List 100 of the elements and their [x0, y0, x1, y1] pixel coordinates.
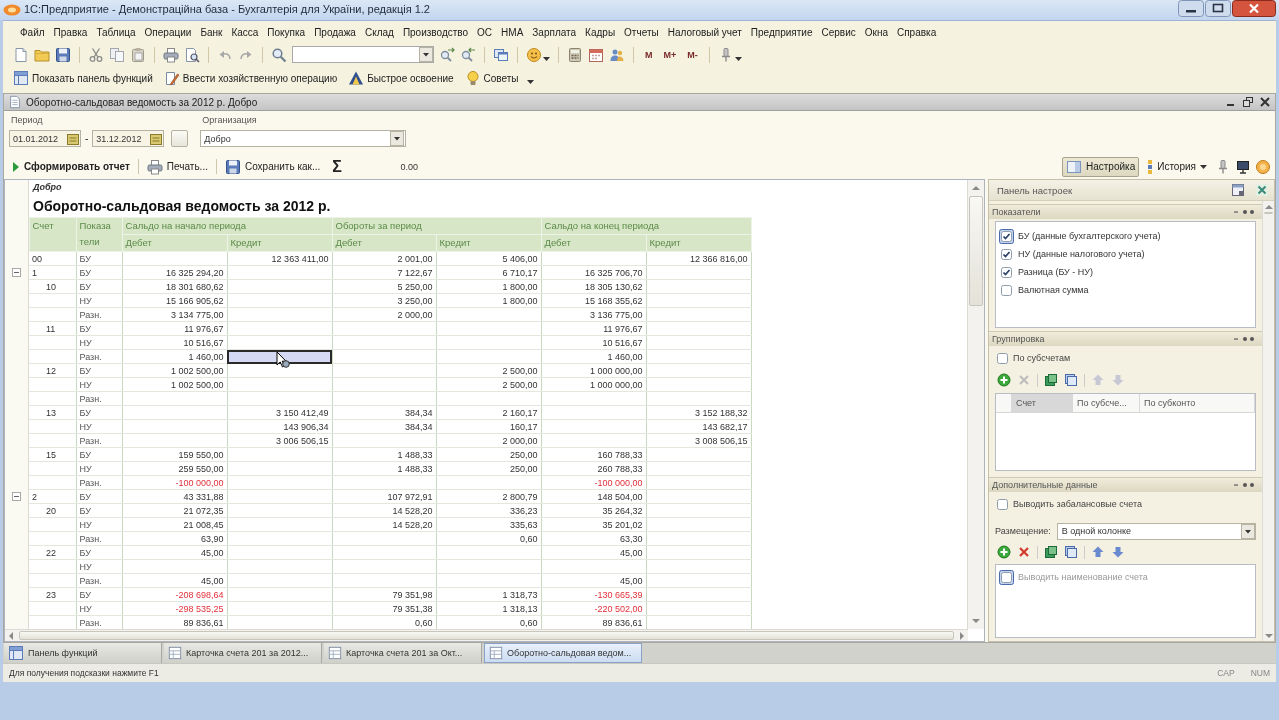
- table-cell: 1 800,00: [436, 293, 541, 308]
- calendar-icon[interactable]: [150, 132, 163, 145]
- page-magnifier-icon[interactable]: [184, 46, 200, 63]
- toolbar-button[interactable]: Показать панель функций: [10, 68, 156, 88]
- toolbar-button[interactable]: Ввести хозяйственную операцию: [160, 68, 341, 88]
- checkbox[interactable]: [999, 569, 1014, 585]
- menu-item[interactable]: Справка: [893, 24, 941, 40]
- dash-dots-icon[interactable]: [1234, 482, 1256, 488]
- minimize-icon[interactable]: [1178, 0, 1204, 17]
- menu-item[interactable]: Кадры: [581, 24, 620, 40]
- menu-item[interactable]: Налоговый учет: [663, 24, 746, 40]
- memory-button[interactable]: M+: [660, 48, 680, 61]
- table-cell: 250,00: [436, 461, 541, 476]
- placement-field[interactable]: В одной колонке: [1056, 522, 1256, 540]
- delete-icon[interactable]: [1017, 545, 1031, 559]
- checkbox[interactable]: [1001, 284, 1012, 296]
- checkbox[interactable]: [1001, 248, 1012, 260]
- sum-button[interactable]: Σ: [328, 156, 346, 177]
- menu-item[interactable]: Таблица: [92, 24, 140, 40]
- blank-page-icon[interactable]: [13, 46, 29, 63]
- table-cell: 1 002 500,00: [122, 363, 227, 378]
- menu-item[interactable]: Правка: [49, 24, 92, 40]
- table-cell: 6 710,17: [436, 265, 541, 280]
- generate-report-button[interactable]: Сформировать отчет: [8, 156, 134, 177]
- search-icon[interactable]: [271, 46, 287, 63]
- menu-item[interactable]: Окна: [860, 24, 892, 40]
- window-icon[interactable]: [1231, 183, 1245, 197]
- save-button[interactable]: Сохранить как...: [220, 156, 325, 177]
- checkbox[interactable]: [997, 498, 1008, 510]
- overlapping-squares-icon[interactable]: [1044, 373, 1058, 387]
- memory-button[interactable]: M: [642, 48, 656, 61]
- table-cell: 79 351,98: [332, 587, 436, 602]
- close-icon[interactable]: [1232, 0, 1276, 17]
- checkbox[interactable]: [1001, 266, 1012, 278]
- collapse-icon[interactable]: [12, 268, 21, 277]
- clipboard-icon[interactable]: [130, 46, 146, 63]
- menu-item[interactable]: Банк: [196, 24, 227, 40]
- pages-icon[interactable]: [1064, 545, 1078, 559]
- menu-item[interactable]: Продажа: [310, 24, 360, 40]
- date-field[interactable]: 01.01.2012: [9, 130, 81, 147]
- calendar-icon[interactable]: [67, 132, 79, 145]
- toolbar-button[interactable]: Советы: [461, 68, 522, 88]
- restore-icon[interactable]: [1243, 97, 1253, 107]
- table-cell: БУ: [76, 405, 122, 420]
- settings-toggle[interactable]: Настройка: [1062, 156, 1140, 177]
- horizontal-scrollbar[interactable]: [5, 629, 968, 641]
- add-icon[interactable]: [997, 545, 1011, 559]
- pages-icon[interactable]: [1064, 373, 1078, 387]
- menu-item[interactable]: Сервис: [817, 24, 860, 40]
- dash-dots-icon[interactable]: [1234, 336, 1256, 342]
- date-field[interactable]: 31.12.2012: [92, 130, 165, 147]
- table-cell: 45,00: [122, 545, 227, 560]
- stacked-windows-icon[interactable]: [493, 46, 509, 63]
- menu-item[interactable]: Предприятие: [746, 24, 817, 40]
- add-icon[interactable]: [997, 373, 1011, 387]
- table-cell: 260 788,33: [541, 461, 646, 476]
- window-tab[interactable]: Панель функций: [4, 643, 162, 663]
- smiley-icon[interactable]: [526, 46, 542, 63]
- menu-item[interactable]: Файл: [16, 24, 49, 40]
- overlapping-squares-icon[interactable]: [1044, 545, 1058, 559]
- dash-dots-icon[interactable]: [1234, 209, 1256, 215]
- collapse-icon[interactable]: [12, 492, 21, 501]
- magnifier-arrow-icon[interactable]: [460, 46, 476, 63]
- search-field[interactable]: [292, 46, 434, 63]
- magnifier-arrow-icon[interactable]: [439, 46, 455, 63]
- calendar-icon[interactable]: [588, 46, 604, 63]
- calculator-icon[interactable]: [567, 46, 583, 63]
- menu-item[interactable]: Зарплата: [528, 24, 581, 40]
- menu-item[interactable]: Касса: [227, 24, 263, 40]
- checkbox-label: По субсчетам: [1013, 353, 1071, 363]
- menu-item[interactable]: ОС: [473, 24, 497, 40]
- vertical-scrollbar[interactable]: [967, 180, 984, 629]
- print-button[interactable]: Печать...: [142, 156, 212, 177]
- scissors-icon[interactable]: [88, 46, 104, 63]
- toolbar-button[interactable]: Быстрое освоение: [345, 68, 457, 88]
- up-arrow-icon[interactable]: [1091, 545, 1105, 559]
- menu-item[interactable]: Производство: [398, 24, 473, 40]
- history-button[interactable]: История: [1143, 156, 1211, 177]
- pages-icon[interactable]: [109, 46, 125, 63]
- maximize-icon[interactable]: [1205, 0, 1231, 17]
- organization-field[interactable]: Добро: [200, 130, 407, 147]
- checkbox[interactable]: [997, 352, 1008, 364]
- caret-icon[interactable]: [734, 56, 742, 61]
- menu-item[interactable]: НМА: [497, 24, 528, 40]
- down-arrow-icon[interactable]: [1111, 545, 1125, 559]
- close-icon[interactable]: [1260, 97, 1270, 107]
- vertical-scrollbar[interactable]: [1262, 201, 1274, 641]
- window-tab[interactable]: Карточка счета 201 за Окт...: [324, 643, 482, 663]
- menu-item[interactable]: Склад: [360, 24, 398, 40]
- caret-icon[interactable]: [526, 80, 534, 84]
- caret-icon[interactable]: [543, 56, 550, 61]
- monitor-icon[interactable]: [1235, 158, 1251, 175]
- checkbox[interactable]: [999, 228, 1014, 244]
- menu-item[interactable]: Покупка: [263, 24, 310, 40]
- printer-icon[interactable]: [163, 46, 179, 63]
- menu-item[interactable]: Отчеты: [620, 24, 663, 40]
- window-tab[interactable]: Карточка счета 201 за 2012...: [164, 643, 322, 663]
- memory-button[interactable]: M-: [684, 48, 701, 61]
- menu-item[interactable]: Операции: [140, 24, 196, 40]
- window-tab[interactable]: Оборотно-сальдовая ведом...: [484, 643, 642, 663]
